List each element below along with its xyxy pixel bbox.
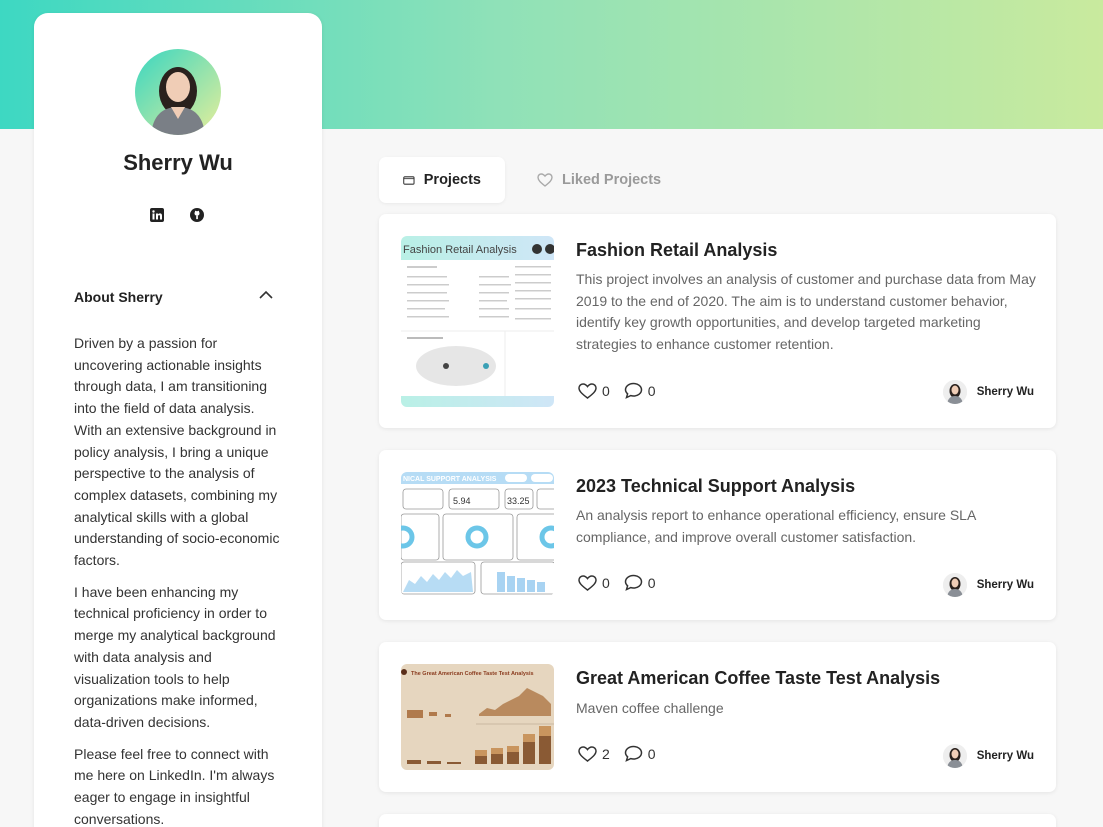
comment-count: 0	[647, 382, 656, 399]
comment-count: 0	[647, 745, 656, 762]
heart-icon	[578, 574, 597, 591]
like-count: 0	[602, 574, 610, 591]
like-button[interactable]: 2	[578, 746, 610, 762]
project-title[interactable]: Great American Coffee Taste Test Analysi…	[576, 668, 940, 689]
like-count: 2	[602, 745, 610, 762]
folder-icon	[403, 175, 415, 185]
about-paragraph: Driven by a passion for uncovering actio…	[74, 335, 280, 569]
project-card[interactable]: Fashion Retail Analysis Fashion Retail A…	[379, 214, 1056, 428]
author-name: Sherry Wu	[976, 386, 1034, 398]
social-links	[150, 208, 204, 222]
like-button[interactable]: 0	[578, 383, 610, 399]
project-title[interactable]: 2023 Technical Support Analysis	[576, 476, 855, 497]
tab-label: Liked Projects	[562, 172, 662, 188]
comment-icon	[624, 574, 643, 591]
tab-projects[interactable]: Projects	[379, 157, 505, 203]
comment-button[interactable]: 0	[624, 382, 656, 399]
about-paragraph: I have been enhancing my technical profi…	[74, 583, 276, 730]
thumbnail-kpi: 33.25	[507, 496, 530, 506]
about-text: Driven by a passion for uncovering actio…	[74, 333, 286, 827]
project-thumbnail[interactable]: The Great American Coffee Taste Test Ana…	[401, 664, 554, 770]
comment-count: 0	[647, 574, 656, 591]
project-author[interactable]: Sherry Wu	[942, 744, 1034, 768]
project-card[interactable]	[379, 814, 1056, 827]
author-name: Sherry Wu	[976, 579, 1034, 591]
heart-icon	[578, 382, 597, 399]
project-author[interactable]: Sherry Wu	[942, 380, 1034, 404]
chevron-up-icon[interactable]	[258, 289, 274, 301]
project-card[interactable]: NICAL SUPPORT ANALYSIS 5.94 33.25 2023 T…	[379, 450, 1056, 620]
author-name: Sherry Wu	[976, 750, 1034, 762]
thumbnail-title: NICAL SUPPORT ANALYSIS	[403, 476, 497, 483]
about-section-toggle[interactable]: About Sherry	[74, 289, 274, 305]
thumbnail-title: Fashion Retail Analysis	[403, 244, 517, 256]
project-stats: 0 0	[578, 574, 656, 591]
tab-liked-projects[interactable]: Liked Projects	[505, 157, 685, 203]
author-avatar	[942, 380, 967, 404]
project-description: This project involves an analysis of cus…	[576, 271, 1036, 353]
tab-label: Projects	[423, 172, 481, 188]
comment-icon	[624, 382, 643, 399]
avatar	[135, 49, 221, 135]
profile-name: Sherry Wu	[123, 150, 233, 175]
project-stats: 2 0	[578, 745, 656, 762]
project-title[interactable]: Fashion Retail Analysis	[576, 240, 777, 261]
project-stats: 0 0	[578, 382, 656, 399]
author-avatar	[942, 573, 967, 597]
comment-icon	[624, 745, 643, 762]
like-count: 0	[602, 382, 610, 399]
project-thumbnail[interactable]: NICAL SUPPORT ANALYSIS 5.94 33.25	[401, 472, 554, 596]
project-card[interactable]: The Great American Coffee Taste Test Ana…	[379, 642, 1056, 792]
thumbnail-title: The Great American Coffee Taste Test Ana…	[411, 671, 534, 677]
heart-icon	[537, 173, 553, 187]
thumbnail-kpi: 5.94	[453, 496, 471, 506]
comment-button[interactable]: 0	[624, 745, 656, 762]
project-author[interactable]: Sherry Wu	[942, 573, 1034, 597]
project-description: An analysis report to enhance operationa…	[576, 507, 976, 545]
author-avatar	[942, 744, 967, 768]
like-button[interactable]: 0	[578, 575, 610, 591]
github-icon[interactable]	[190, 208, 204, 222]
linkedin-icon[interactable]	[150, 208, 164, 222]
profile-sidebar: Sherry Wu About Sherry Driven by a passi…	[34, 13, 322, 827]
profile-tabs: Projects Liked Projects	[379, 157, 685, 203]
project-description: Maven coffee challenge	[576, 700, 724, 716]
heart-icon	[578, 745, 597, 762]
project-thumbnail[interactable]: Fashion Retail Analysis	[401, 236, 554, 407]
about-paragraph: Please feel free to connect with me here…	[74, 745, 275, 827]
comment-button[interactable]: 0	[624, 574, 656, 591]
